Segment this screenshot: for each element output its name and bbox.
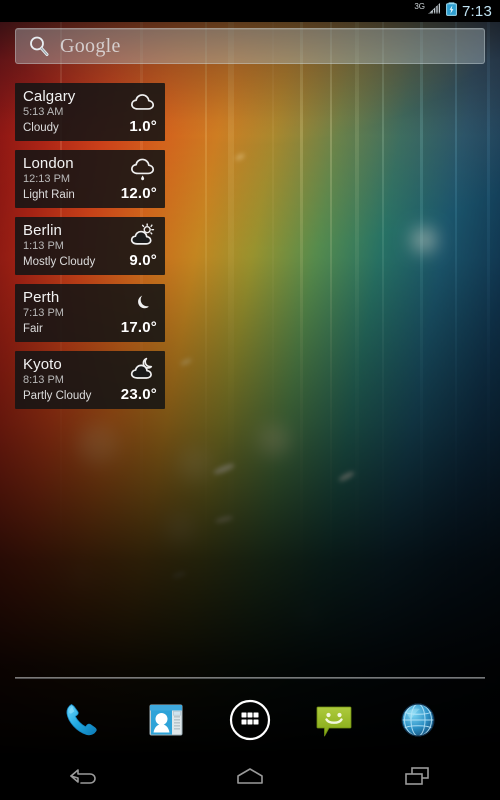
android-home-screen: 3G 7:13 Google Calgary 5:13 AM Cloudy 1.… (0, 0, 500, 800)
sun-behind-cloud-icon (128, 223, 158, 249)
dock-item-browser[interactable] (385, 692, 451, 752)
nav-button-home[interactable] (195, 757, 305, 800)
weather-card-london[interactable]: London 12:13 PM Light Rain 12.0° (15, 150, 165, 208)
weather-temperature: 23.0° (120, 386, 157, 403)
back-arrow-icon[interactable] (67, 765, 99, 792)
navigation-bar (0, 757, 500, 800)
weather-temperature: 17.0° (120, 319, 157, 336)
home-icon[interactable] (234, 765, 266, 792)
phone-icon[interactable] (59, 697, 105, 748)
nav-button-back[interactable] (28, 757, 138, 800)
weather-temperature: 9.0° (129, 252, 157, 269)
weather-condition: Mostly Cloudy (23, 256, 96, 268)
weather-card-berlin[interactable]: Berlin 1:13 PM Mostly Cloudy 9.0° (15, 217, 165, 275)
search-input-placeholder[interactable]: Google (60, 35, 121, 58)
weather-condition: Fair (23, 323, 43, 335)
dock-item-messaging[interactable] (301, 692, 367, 752)
all-apps-icon[interactable] (227, 697, 273, 748)
rain-icon (128, 156, 158, 182)
weather-card-calgary[interactable]: Calgary 5:13 AM Cloudy 1.0° (15, 83, 165, 141)
contacts-icon[interactable] (144, 698, 188, 747)
signal-bars-icon (427, 2, 441, 20)
browser-globe-icon[interactable] (396, 698, 440, 747)
weather-condition: Light Rain (23, 189, 75, 201)
status-bar-icons: 3G 7:13 (414, 1, 492, 21)
moon-behind-cloud-icon (128, 357, 158, 383)
search-icon[interactable] (28, 35, 50, 57)
weather-condition: Partly Cloudy (23, 390, 92, 402)
cloudy-icon (128, 89, 158, 115)
weather-card-perth[interactable]: Perth 7:13 PM Fair 17.0° (15, 284, 165, 342)
recents-icon[interactable] (401, 765, 433, 792)
weather-widget[interactable]: Calgary 5:13 AM Cloudy 1.0° London 12:13… (15, 83, 165, 409)
weather-temperature: 1.0° (129, 118, 157, 135)
dock-divider (15, 677, 485, 679)
weather-condition: Cloudy (23, 122, 59, 134)
messaging-icon[interactable] (312, 698, 356, 747)
nav-button-recents[interactable] (362, 757, 472, 800)
network-type-label: 3G (414, 2, 425, 11)
google-search-bar[interactable]: Google (15, 28, 485, 64)
moon-icon (128, 290, 158, 316)
weather-temperature: 12.0° (120, 185, 157, 202)
status-bar-clock: 7:13 (462, 2, 492, 20)
status-bar[interactable]: 3G 7:13 (0, 0, 500, 22)
dock-item-phone[interactable] (49, 692, 115, 752)
weather-card-kyoto[interactable]: Kyoto 8:13 PM Partly Cloudy 23.0° (15, 351, 165, 409)
battery-charging-icon (446, 1, 457, 21)
dock (0, 688, 500, 756)
dock-item-people[interactable] (133, 692, 199, 752)
dock-item-all-apps[interactable] (217, 692, 283, 752)
